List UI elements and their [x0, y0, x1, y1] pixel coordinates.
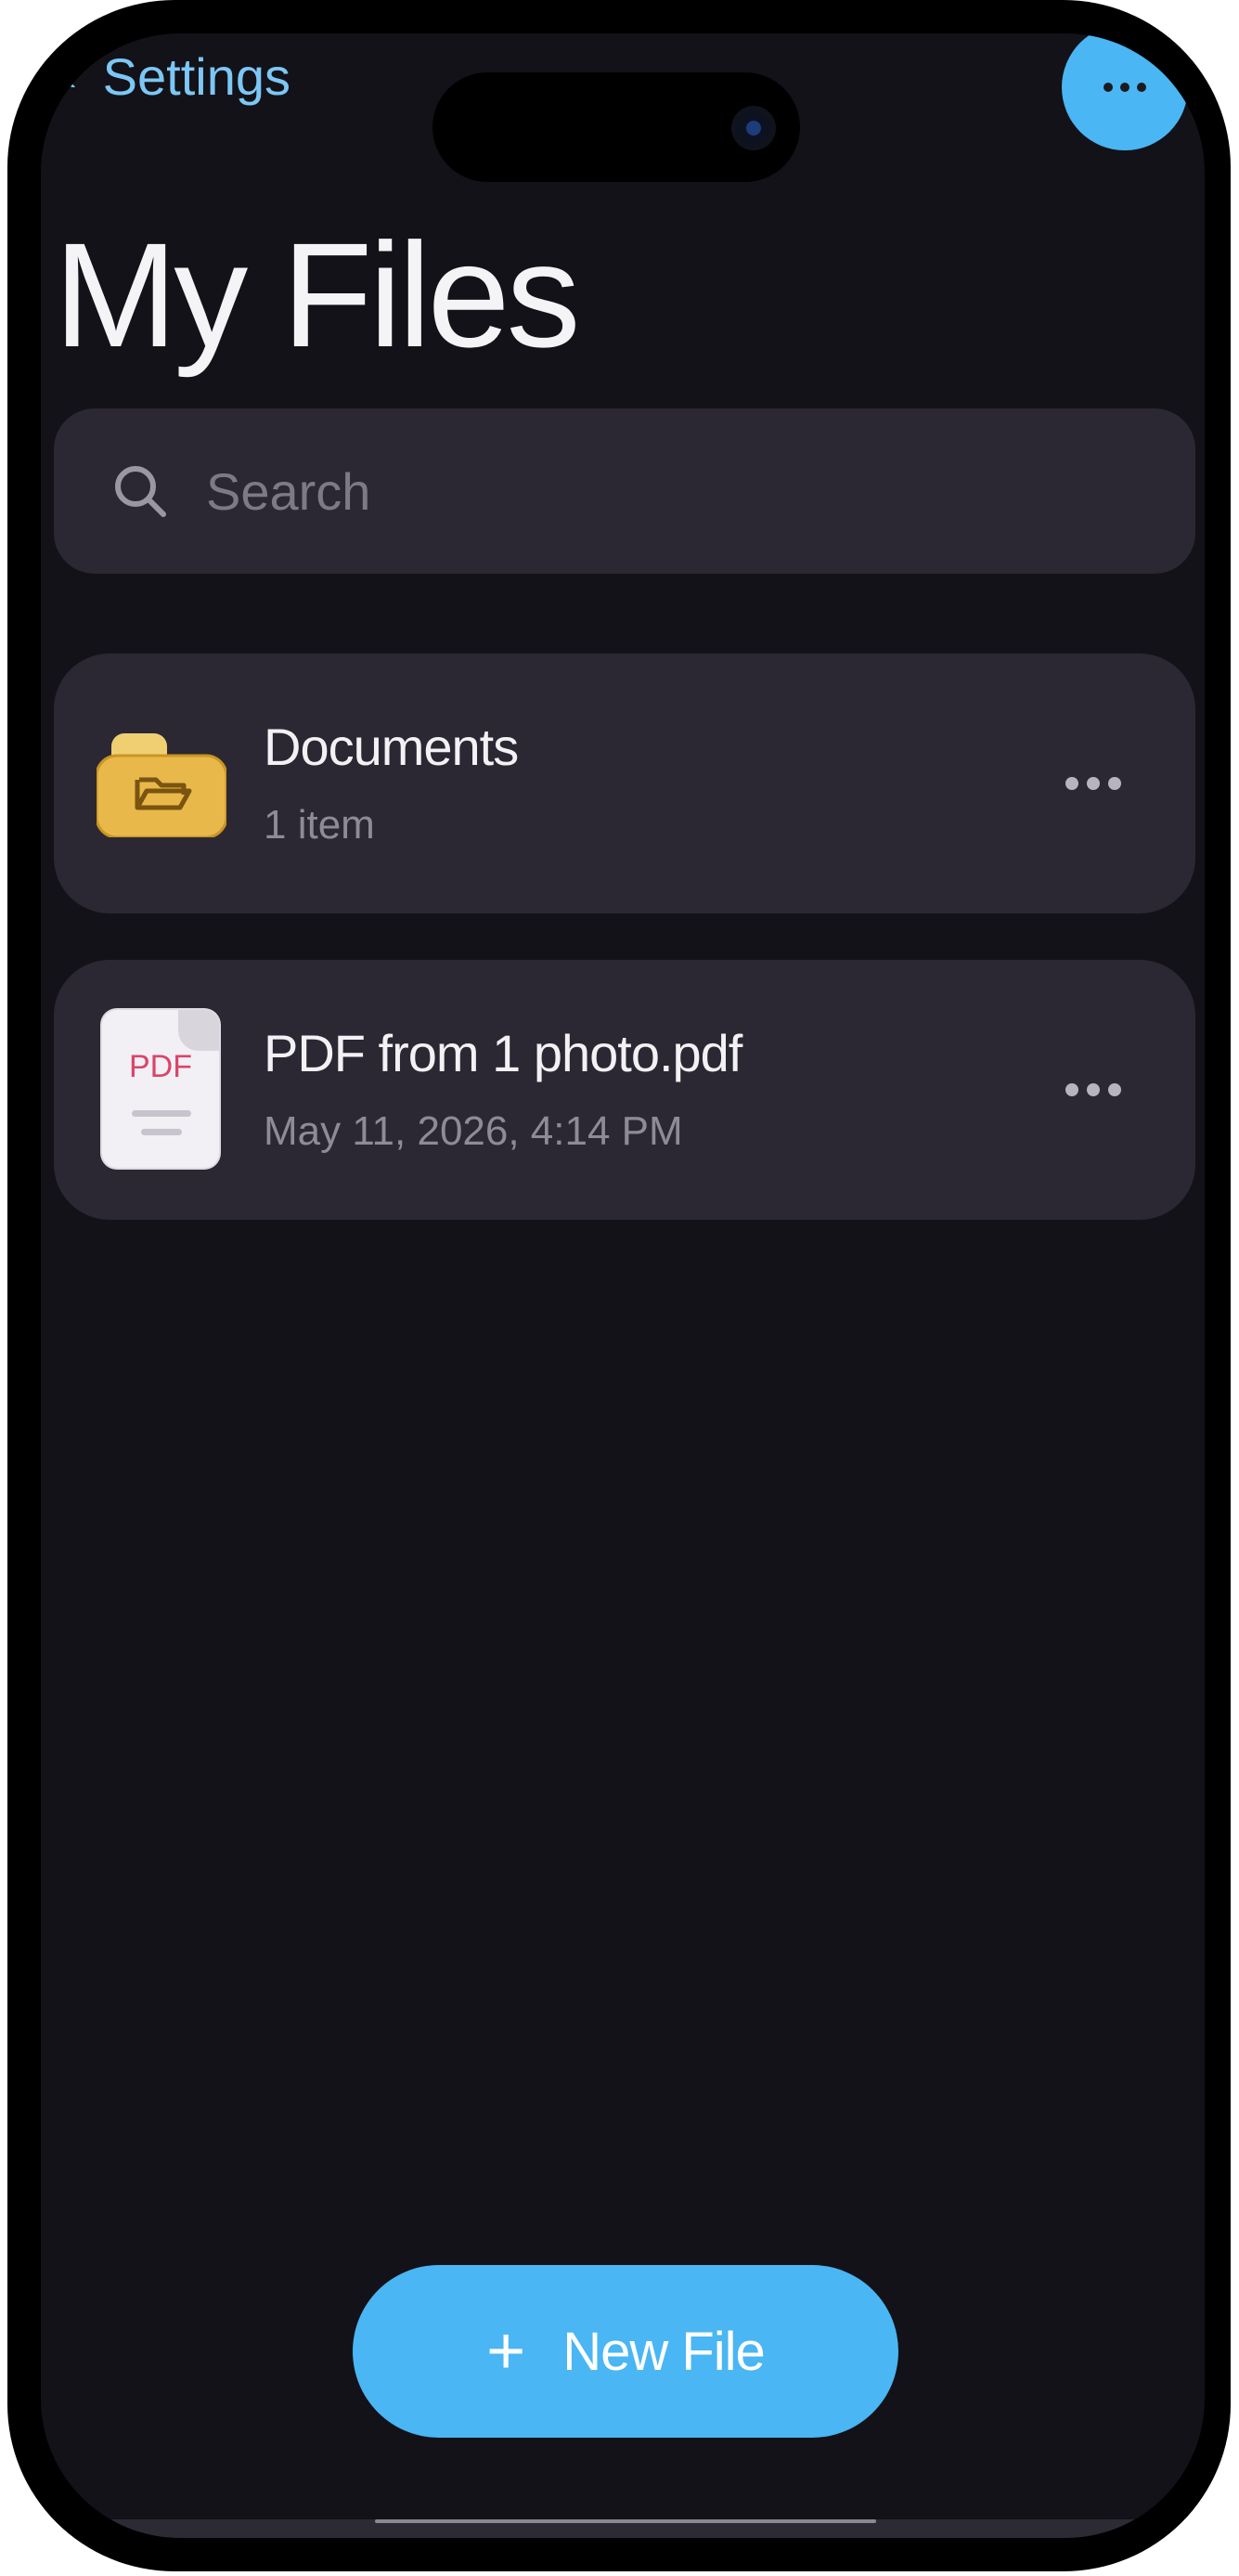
page-title: My Files: [54, 212, 581, 378]
home-indicator: [375, 2519, 876, 2523]
new-file-button[interactable]: + New File: [353, 2265, 898, 2438]
more-options-button[interactable]: [1062, 33, 1188, 150]
folder-icon: [97, 733, 226, 837]
file-more-button[interactable]: [1047, 1062, 1140, 1118]
ellipsis-icon: [1103, 83, 1146, 92]
file-more-button[interactable]: [1047, 756, 1140, 811]
back-button[interactable]: ‹ Settings: [63, 46, 290, 107]
file-subtitle: 1 item: [264, 802, 375, 848]
dynamic-island: [432, 72, 800, 182]
pdf-icon-label: PDF: [129, 1049, 192, 1084]
camera-icon: [731, 106, 776, 150]
file-subtitle: May 11, 2026, 4:14 PM: [264, 1108, 683, 1154]
volume-down-button: [7, 919, 13, 1114]
screen: ‹ Settings My Files Documents: [41, 33, 1205, 2538]
search-bar[interactable]: [54, 408, 1195, 574]
phone-frame: ‹ Settings My Files Documents: [7, 0, 1231, 2571]
chevron-left-icon: ‹: [63, 53, 77, 99]
power-button: [1225, 800, 1231, 1116]
file-title: PDF from 1 photo.pdf: [264, 1024, 742, 1082]
search-icon: [115, 466, 166, 517]
file-row-pdf[interactable]: PDF PDF from 1 photo.pdf May 11, 2026, 4…: [54, 960, 1195, 1220]
plus-icon: +: [486, 2314, 526, 2388]
file-title: Documents: [264, 718, 519, 776]
search-input[interactable]: [204, 460, 1043, 523]
new-file-label: New File: [562, 2321, 766, 2382]
file-row-documents[interactable]: Documents 1 item: [54, 654, 1195, 913]
action-button: [7, 473, 13, 576]
pdf-file-icon: PDF: [102, 1010, 219, 1168]
volume-up-button: [7, 661, 13, 856]
back-label: Settings: [102, 47, 290, 106]
